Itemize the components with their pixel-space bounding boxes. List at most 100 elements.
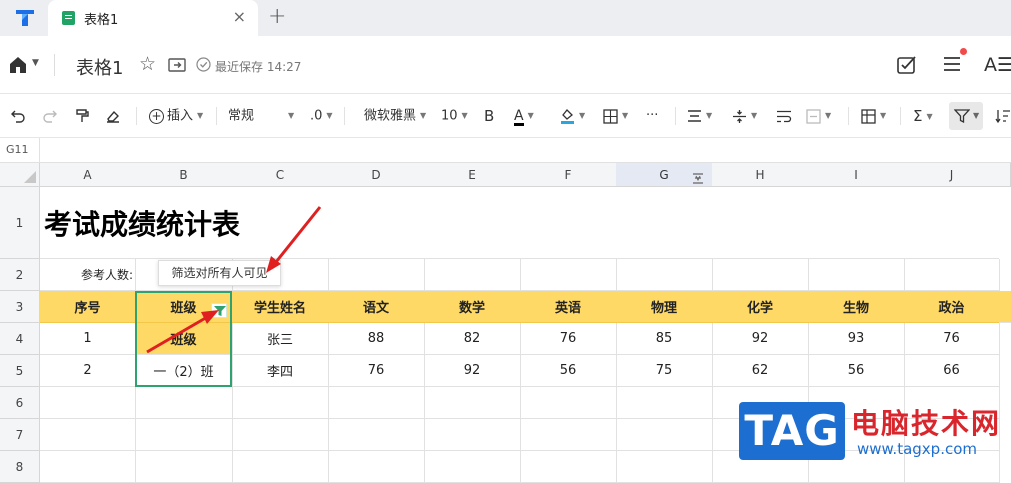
row-header-2[interactable]: 2 [0,259,40,291]
tab-sheet[interactable]: 表格1 × [48,0,258,36]
table-cell[interactable] [616,387,713,419]
cell-name-box[interactable]: G11 [0,138,40,162]
table-cell[interactable]: 82 [424,323,521,355]
table-cell[interactable]: 92 [712,323,809,355]
table-cell[interactable]: 76 [328,355,425,387]
table-header-cell[interactable]: 语文 [328,291,425,323]
move-to-folder-icon[interactable] [168,57,186,73]
task-check-icon[interactable] [896,55,918,75]
table-cell[interactable]: 李四 [232,355,329,387]
undo-icon[interactable] [10,107,26,125]
column-header-c[interactable]: C [232,163,329,187]
table-cell[interactable]: 62 [712,355,809,387]
table-cell[interactable]: 88 [328,323,425,355]
table-cell[interactable]: 张三 [232,323,329,355]
font-size-select[interactable]: 10 ▼ [441,107,468,125]
table-cell[interactable]: 2 [40,355,136,387]
table-cell[interactable] [616,451,713,483]
table-header-cell[interactable]: 政治 [904,291,1000,323]
table-cell[interactable] [135,419,233,451]
column-header-a[interactable]: A [40,163,136,187]
table-cell[interactable] [424,259,521,291]
table-cell[interactable] [712,259,809,291]
table-cell[interactable] [135,387,233,419]
table-header-cell[interactable]: 数学 [424,291,521,323]
table-cell[interactable]: 92 [424,355,521,387]
table-cell[interactable] [40,387,136,419]
table-cell[interactable]: 班级 [135,323,233,355]
table-cell[interactable] [135,451,233,483]
table-cell[interactable] [232,387,329,419]
table-cell[interactable] [232,419,329,451]
table-cell[interactable]: 一（2）班 [135,355,233,387]
font-settings-icon[interactable]: A☰ [984,54,1011,76]
table-cell[interactable]: 56 [808,355,905,387]
column-header-h[interactable]: H [712,163,809,187]
table-cell[interactable]: 76 [520,323,617,355]
table-cell[interactable] [328,259,425,291]
column-header-k[interactable] [999,163,1011,187]
font-color-button[interactable]: A ▼ [514,107,534,126]
table-cell[interactable] [808,259,905,291]
star-icon[interactable]: ☆ [139,53,156,75]
table-cell[interactable]: 75 [616,355,713,387]
table-cell[interactable]: 1 [40,323,136,355]
new-tab-button[interactable]: + [268,4,286,29]
format-painter-icon[interactable] [74,107,90,125]
table-header-cell[interactable]: 序号 [40,291,136,323]
table-cell[interactable] [520,451,617,483]
table-cell[interactable] [520,259,617,291]
table-cell[interactable] [328,387,425,419]
select-all-corner[interactable] [0,163,40,187]
home-icon[interactable] [8,56,28,74]
filter-button[interactable]: ▼ [949,102,983,130]
table-cell[interactable] [40,451,136,483]
table-cell[interactable]: 93 [808,323,905,355]
column-header-d[interactable]: D [328,163,425,187]
number-format-select[interactable]: 常规 ▼ [228,107,294,125]
cell-style-button[interactable]: ▼ [861,107,886,125]
table-header-cell[interactable] [999,291,1011,323]
row-header-5[interactable]: 5 [0,355,40,387]
table-cell[interactable] [520,419,617,451]
fill-color-button[interactable]: ▼ [560,107,585,125]
document-title[interactable]: 表格1 [76,54,123,80]
table-cell[interactable]: 85 [616,323,713,355]
table-cell[interactable]: 66 [904,355,1000,387]
table-cell[interactable] [328,419,425,451]
merge-cells-button[interactable]: ▼ [806,107,831,125]
column-filter-menu-icon[interactable] [692,169,704,184]
eraser-icon[interactable] [105,107,121,125]
font-family-select[interactable]: 微软雅黑 ▼ [364,107,426,125]
table-cell[interactable]: 76 [904,323,1000,355]
row-header-3[interactable]: 3 [0,291,40,323]
table-cell[interactable] [40,419,136,451]
sort-icon[interactable] [995,107,1011,125]
table-cell[interactable] [424,419,521,451]
row-header-7[interactable]: 7 [0,419,40,451]
vertical-align-button[interactable]: ▼ [732,107,757,125]
table-cell[interactable] [616,259,713,291]
border-button[interactable]: ▼ [603,107,628,125]
decimal-button[interactable]: .0 ▼ [310,107,333,125]
table-cell[interactable] [232,451,329,483]
column-header-b[interactable]: B [135,163,233,187]
table-cell[interactable] [616,419,713,451]
more-options-icon[interactable]: ··· [646,107,658,125]
insert-button[interactable]: + 插入 ▼ [149,107,203,125]
row-header-8[interactable]: 8 [0,451,40,483]
row-header-1[interactable]: 1 [0,187,40,259]
redo-icon[interactable] [42,107,58,125]
column-header-f[interactable]: F [520,163,617,187]
row-header-6[interactable]: 6 [0,387,40,419]
table-cell[interactable] [520,387,617,419]
app-logo-icon[interactable] [14,8,36,28]
participants-label-cell[interactable]: 参考人数: [40,259,136,291]
column-header-j[interactable]: J [904,163,1000,187]
menu-button[interactable] [942,48,967,77]
table-header-cell[interactable]: 学生姓名 [232,291,329,323]
wrap-text-icon[interactable] [776,107,792,125]
table-cell[interactable] [424,387,521,419]
sum-button[interactable]: Σ ▼ [913,107,933,125]
column-header-e[interactable]: E [424,163,521,187]
